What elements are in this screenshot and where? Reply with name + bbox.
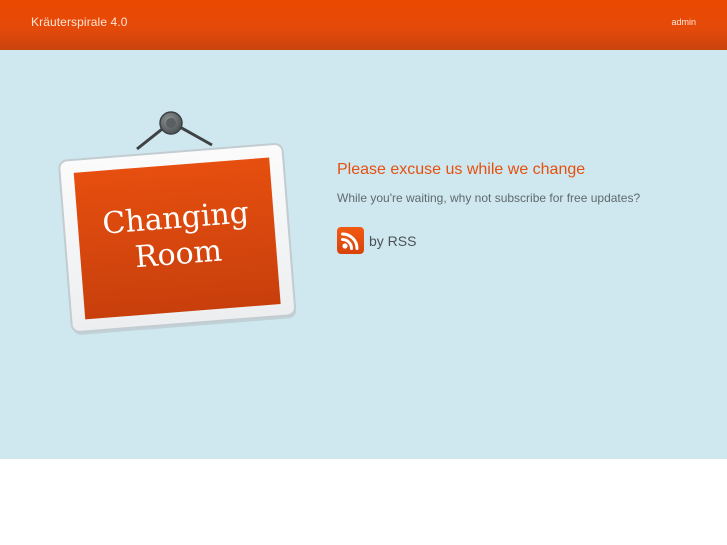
site-title-link[interactable]: Kräuterspirale 4.0 xyxy=(31,15,128,29)
subscribe-prompt: While you're waiting, why not subscribe … xyxy=(337,191,641,205)
admin-link[interactable]: admin xyxy=(671,17,696,27)
rss-subscribe-link[interactable]: by RSS xyxy=(337,227,416,254)
maintenance-page: Kräuterspirale 4.0 admin Changing Room P… xyxy=(0,0,727,545)
rss-icon[interactable] xyxy=(337,227,364,254)
sign-line-2: Room xyxy=(134,233,224,275)
changing-room-sign: Changing Room xyxy=(55,108,315,343)
hanging-sign-icon: Changing Room xyxy=(58,111,297,335)
page-heading: Please excuse us while we change xyxy=(337,161,586,178)
header-bar: Kräuterspirale 4.0 admin xyxy=(0,0,727,50)
rss-label: by RSS xyxy=(369,232,417,249)
